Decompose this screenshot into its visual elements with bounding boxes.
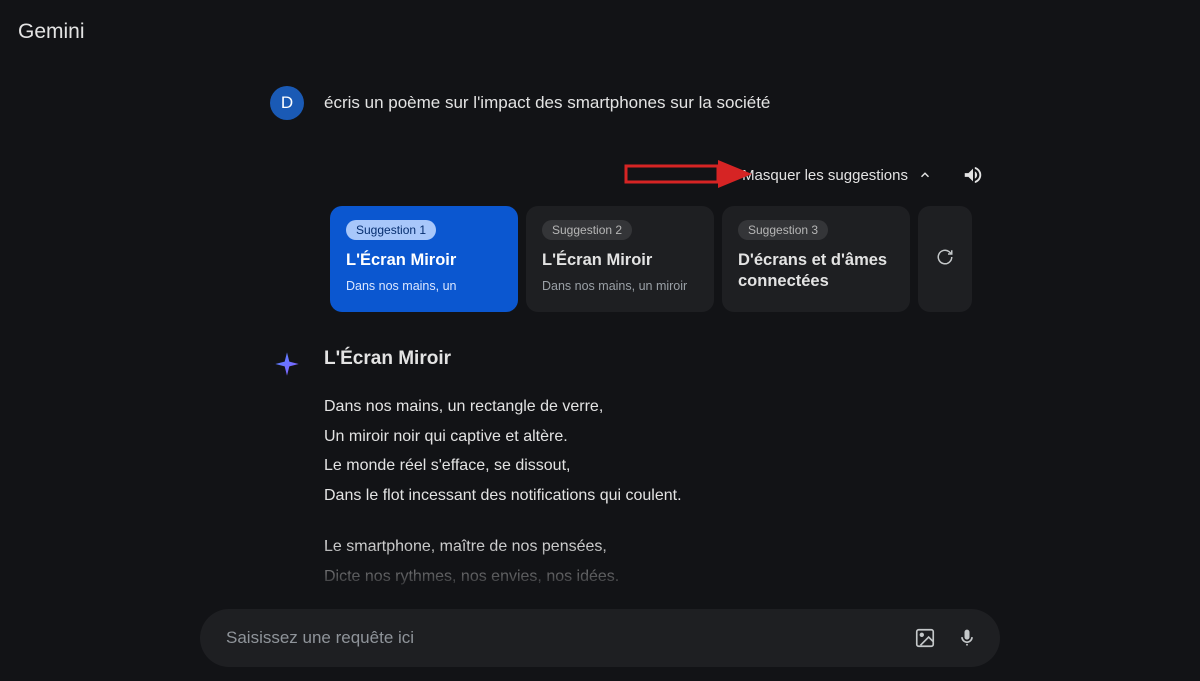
stanza-2: Le smartphone, maître de nos pensées, Di… xyxy=(324,532,990,621)
suggestion-snippet: Dans nos mains, un xyxy=(346,279,502,293)
app-title: Gemini xyxy=(18,20,85,44)
poem-line: Dicte nos rythmes, nos envies, nos idées… xyxy=(324,562,990,592)
microphone-icon[interactable] xyxy=(954,625,980,651)
chevron-up-icon xyxy=(918,168,932,182)
prompt-input[interactable] xyxy=(226,628,896,648)
suggestion-cards: Suggestion 1 L'Écran Miroir Dans nos mai… xyxy=(330,206,990,312)
suggestion-title: L'Écran Miroir xyxy=(346,250,502,271)
suggestion-title: D'écrans et d'âmes connectées xyxy=(738,250,894,291)
prompt-input-bar[interactable] xyxy=(200,609,1000,667)
response-row: L'Écran Miroir Dans nos mains, un rectan… xyxy=(270,348,990,643)
suggestions-controls: Masquer les suggestions xyxy=(270,162,990,188)
hide-suggestions-button[interactable]: Masquer les suggestions xyxy=(742,167,932,184)
user-avatar: D xyxy=(270,86,304,120)
annotation-arrow xyxy=(624,156,754,197)
suggestion-card-2[interactable]: Suggestion 2 L'Écran Miroir Dans nos mai… xyxy=(526,206,714,312)
poem-line: Dans nos mains, un rectangle de verre, xyxy=(324,392,990,422)
image-upload-icon[interactable] xyxy=(912,625,938,651)
gemini-spark-icon xyxy=(270,348,304,643)
suggestion-title: L'Écran Miroir xyxy=(542,250,698,271)
refresh-icon xyxy=(936,248,954,271)
suggestion-card-3[interactable]: Suggestion 3 D'écrans et d'âmes connecté… xyxy=(722,206,910,312)
poem-line: Un miroir noir qui captive et altère. xyxy=(324,422,990,452)
conversation: D écris un poème sur l'impact des smartp… xyxy=(270,86,990,643)
response-body: L'Écran Miroir Dans nos mains, un rectan… xyxy=(324,348,990,643)
poem-line: Le monde réel s'efface, se dissout, xyxy=(324,451,990,481)
volume-icon[interactable] xyxy=(960,162,986,188)
suggestion-snippet: Dans nos mains, un miroir xyxy=(542,279,698,293)
user-message-row: D écris un poème sur l'impact des smartp… xyxy=(270,86,990,120)
suggestion-card-1[interactable]: Suggestion 1 L'Écran Miroir Dans nos mai… xyxy=(330,206,518,312)
suggestion-badge: Suggestion 3 xyxy=(738,220,828,240)
hide-suggestions-label: Masquer les suggestions xyxy=(742,167,908,184)
poem-line: Le smartphone, maître de nos pensées, xyxy=(324,532,990,562)
stanza-1: Dans nos mains, un rectangle de verre, U… xyxy=(324,392,990,510)
suggestion-badge: Suggestion 2 xyxy=(542,220,632,240)
user-prompt-text: écris un poème sur l'impact des smartpho… xyxy=(324,93,770,113)
suggestion-badge: Suggestion 1 xyxy=(346,220,436,240)
poem-line: Dans le flot incessant des notifications… xyxy=(324,481,990,511)
response-title: L'Écran Miroir xyxy=(324,348,990,370)
refresh-suggestions-button[interactable] xyxy=(918,206,972,312)
